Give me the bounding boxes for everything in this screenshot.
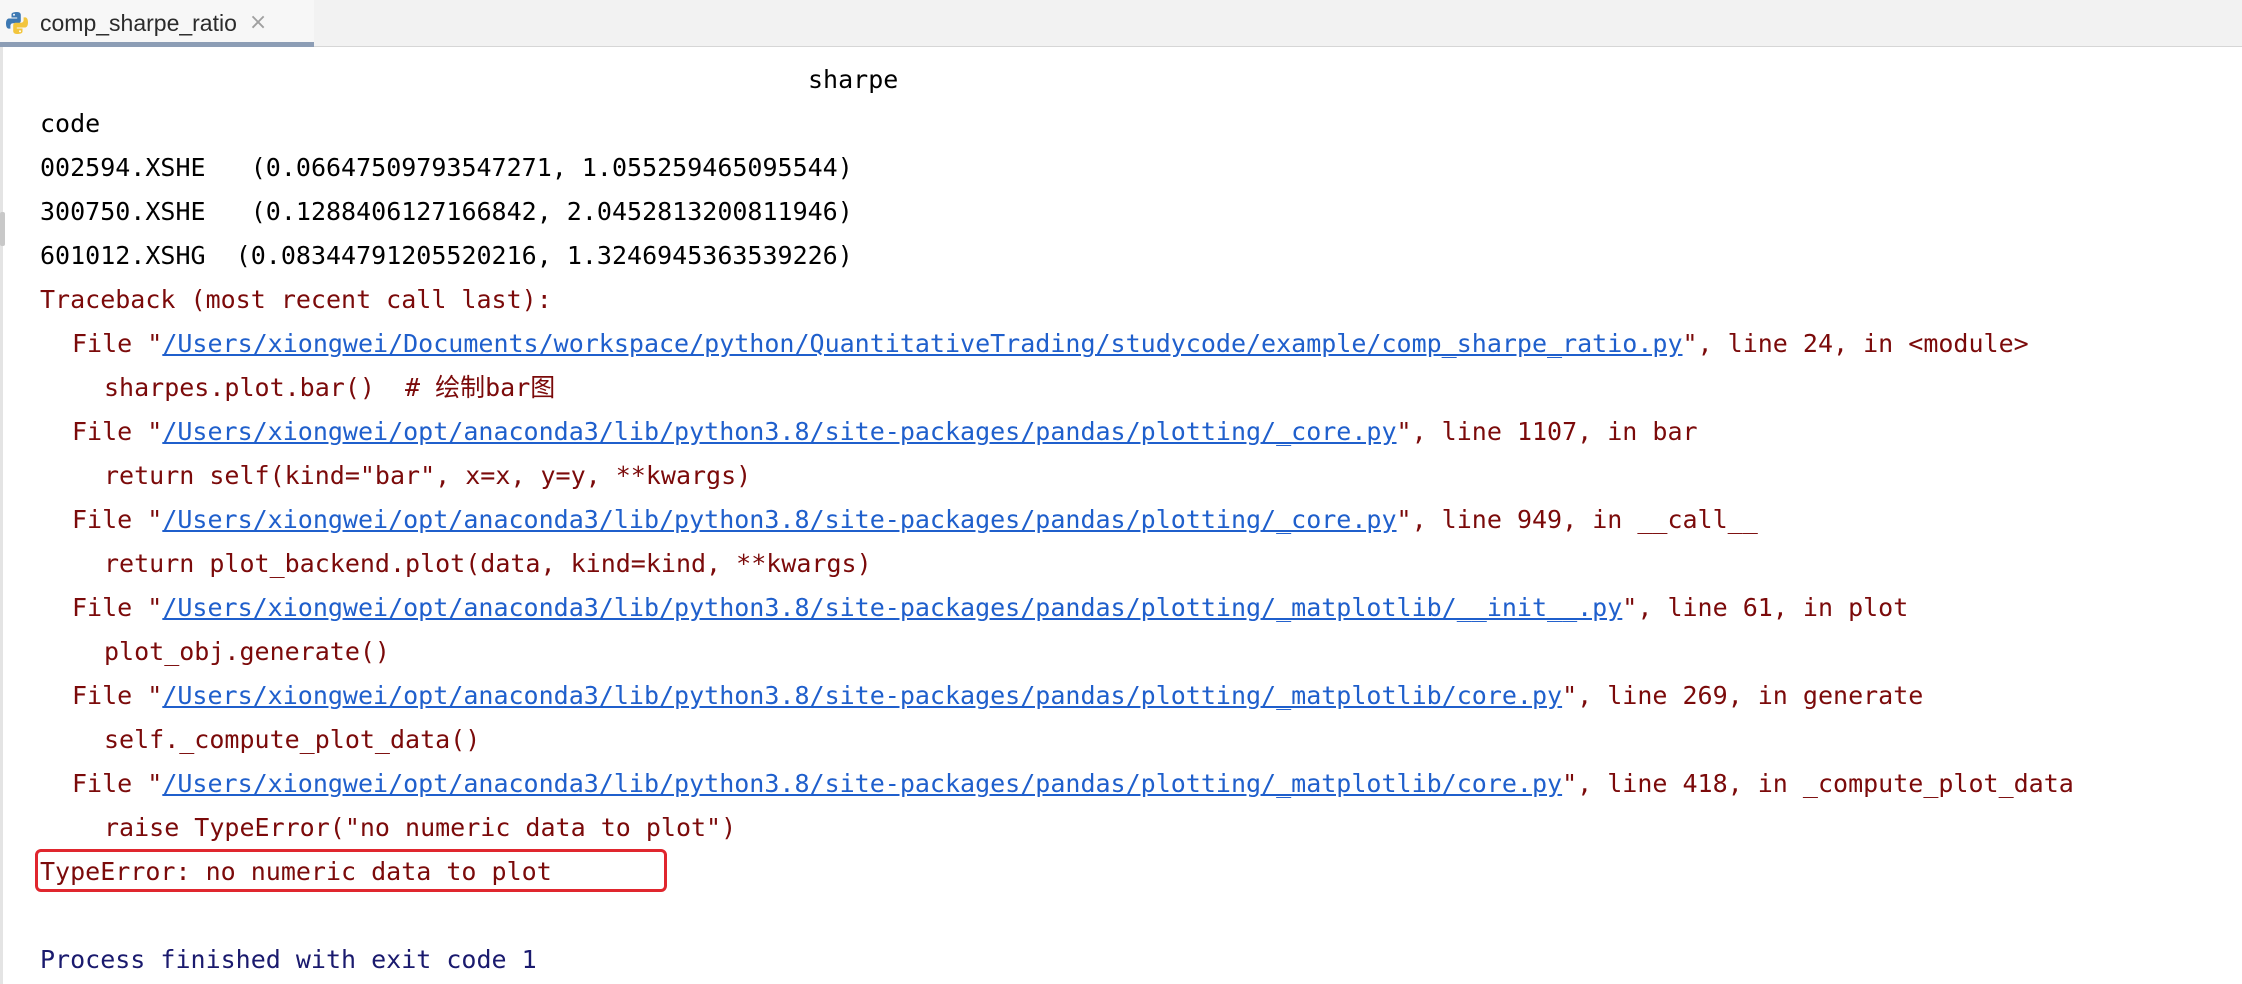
traceback-code-line: self._compute_plot_data() (104, 725, 481, 754)
row-value: (0.06647509793547271, 1.055259465095544) (250, 153, 853, 182)
row-code: 601012.XSHG (40, 241, 206, 270)
source-file-link[interactable]: /Users/xiongwei/opt/anaconda3/lib/python… (162, 417, 1396, 446)
frame-prefix: File " (72, 505, 163, 534)
traceback-frame: File "/Users/xiongwei/opt/anaconda3/lib/… (40, 498, 2242, 542)
dataframe-index-name: code (40, 109, 101, 138)
traceback-code-line: plot_obj.generate() (104, 637, 390, 666)
python-icon (6, 12, 28, 34)
source-file-link[interactable]: /Users/xiongwei/Documents/workspace/pyth… (162, 329, 1682, 358)
close-icon[interactable]: × (249, 12, 267, 34)
run-console-output[interactable]: sharpe code 002594.XSHE (0.0664750979354… (40, 58, 2242, 982)
row-code: 300750.XSHE (40, 197, 206, 226)
dataframe-row: 300750.XSHE (0.1288406127166842, 2.04528… (40, 190, 2242, 234)
traceback-header: Traceback (most recent call last): (40, 285, 552, 314)
frame-prefix: File " (72, 593, 163, 622)
dataframe-row: 002594.XSHE (0.06647509793547271, 1.0552… (40, 146, 2242, 190)
row-value: (0.1288406127166842, 2.0452813200811946) (250, 197, 853, 226)
traceback-frame: File "/Users/xiongwei/Documents/workspac… (40, 322, 2242, 366)
dataframe-row: 601012.XSHG (0.08344791205520216, 1.3246… (40, 234, 2242, 278)
traceback-frame: File "/Users/xiongwei/opt/anaconda3/lib/… (40, 762, 2242, 806)
frame-location: ", line 1107, in bar (1396, 417, 1698, 446)
source-file-link[interactable]: /Users/xiongwei/opt/anaconda3/lib/python… (162, 681, 1562, 710)
traceback-frame: File "/Users/xiongwei/opt/anaconda3/lib/… (40, 674, 2242, 718)
row-value: (0.08344791205520216, 1.3246945363539226… (235, 241, 853, 270)
frame-location: ", line 61, in plot (1622, 593, 1909, 622)
frame-location: ", line 269, in generate (1562, 681, 1924, 710)
row-code: 002594.XSHE (40, 153, 206, 182)
dataframe-column-header: sharpe (808, 65, 899, 94)
tab-comp-sharpe-ratio[interactable]: comp_sharpe_ratio × (0, 0, 314, 47)
frame-location: ", line 418, in _compute_plot_data (1562, 769, 2074, 798)
source-file-link[interactable]: /Users/xiongwei/opt/anaconda3/lib/python… (162, 593, 1622, 622)
traceback-code-line: raise TypeError("no numeric data to plot… (104, 813, 737, 842)
frame-prefix: File " (72, 329, 163, 358)
traceback-code-line: return plot_backend.plot(data, kind=kind… (104, 549, 872, 578)
traceback-frame: File "/Users/xiongwei/opt/anaconda3/lib/… (40, 410, 2242, 454)
editor-tab-bar: comp_sharpe_ratio × (0, 0, 2242, 47)
frame-prefix: File " (72, 681, 163, 710)
frame-prefix: File " (72, 769, 163, 798)
gutter-marker[interactable] (0, 212, 5, 246)
traceback-code-line: sharpes.plot.bar() # 绘制bar图 (104, 373, 556, 402)
gutter-edge (0, 47, 3, 984)
traceback-code-line: return self(kind="bar", x=x, y=y, **kwar… (104, 461, 752, 490)
source-file-link[interactable]: /Users/xiongwei/opt/anaconda3/lib/python… (162, 769, 1562, 798)
source-file-link[interactable]: /Users/xiongwei/opt/anaconda3/lib/python… (162, 505, 1396, 534)
frame-location: ", line 24, in <module> (1682, 329, 2029, 358)
active-tab-indicator (0, 42, 314, 47)
traceback-frame: File "/Users/xiongwei/opt/anaconda3/lib/… (40, 586, 2242, 630)
frame-prefix: File " (72, 417, 163, 446)
tab-title: comp_sharpe_ratio (40, 9, 237, 36)
error-highlight-box (35, 849, 667, 892)
frame-location: ", line 949, in __call__ (1396, 505, 1758, 534)
exit-message: Process finished with exit code 1 (40, 945, 537, 974)
